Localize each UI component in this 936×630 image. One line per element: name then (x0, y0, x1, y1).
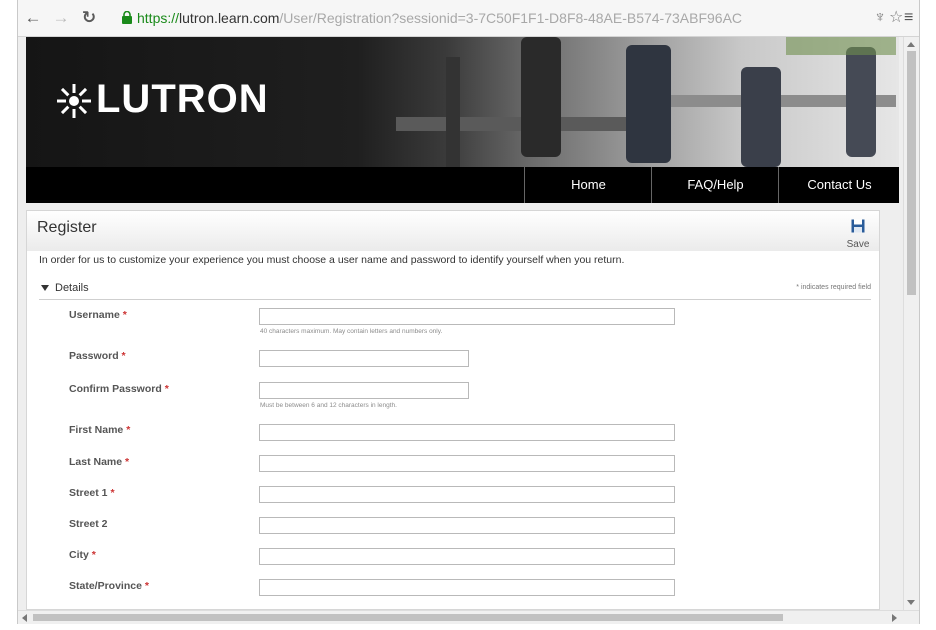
username-label: Username * (69, 309, 127, 321)
header-banner: LUTRON (26, 37, 899, 167)
vertical-scrollbar[interactable] (903, 37, 919, 610)
site-nav: Home FAQ/Help Contact Us (26, 167, 899, 203)
nav-home[interactable]: Home (524, 167, 652, 203)
horizontal-scrollbar[interactable] (18, 610, 919, 624)
city-input[interactable] (259, 548, 675, 565)
save-button[interactable]: Save (843, 219, 873, 250)
field-label-text: Street 2 (69, 518, 108, 530)
url-scheme: https:// (137, 10, 180, 26)
field-label-text: First Name (69, 424, 124, 436)
scroll-right-arrow-icon[interactable] (892, 614, 897, 622)
url-host: lutron.learn.com (179, 10, 280, 26)
horizontal-scroll-thumb[interactable] (33, 614, 783, 621)
page-viewport: LUTRON Home FAQ/Help Contact Us Register… (18, 37, 903, 610)
scroll-up-arrow-icon[interactable] (907, 42, 915, 47)
field-label-text: Street 1 (69, 487, 108, 499)
required-asterisk: * (91, 549, 96, 561)
state-province-label: State/Province * (69, 580, 149, 592)
url-path: /User/Registration?sessionid=3-7C50F1F1-… (279, 10, 743, 26)
field-label-text: State/Province (69, 580, 142, 592)
scroll-down-arrow-icon[interactable] (907, 600, 915, 605)
field-label-text: Last Name (69, 456, 123, 468)
bookmark-star-icon[interactable]: ☆ (889, 8, 903, 28)
required-asterisk: * (144, 580, 149, 592)
field-label-text: City (69, 549, 89, 561)
browser-window: ← → ↻ https://lutron.learn.com/User/Regi… (17, 0, 920, 624)
details-section-header[interactable]: Details * indicates required field (39, 281, 871, 300)
username-hint: 40 characters maximum. May contain lette… (260, 328, 443, 335)
vertical-scroll-thumb[interactable] (907, 51, 916, 295)
required-asterisk: * (126, 424, 131, 436)
collapse-caret-icon (41, 285, 49, 291)
extension-icon[interactable]: ♆ (874, 8, 886, 28)
browser-toolbar: ← → ↻ https://lutron.learn.com/User/Regi… (18, 0, 919, 37)
field-label-text: Password (69, 350, 119, 362)
last-name-label: Last Name * (69, 456, 129, 468)
first-name-input[interactable] (259, 424, 675, 441)
required-asterisk: * (164, 383, 169, 395)
panel-header: Register Save (27, 211, 879, 251)
first-name-label: First Name * (69, 424, 130, 436)
street2-label: Street 2 (69, 518, 108, 530)
state-province-input[interactable] (259, 579, 675, 596)
page-title: Register (37, 219, 97, 236)
scroll-left-arrow-icon[interactable] (22, 614, 27, 622)
nav-contact-us[interactable]: Contact Us (778, 167, 900, 203)
required-asterisk: * (110, 487, 115, 499)
required-asterisk: * (122, 309, 127, 321)
forward-arrow-icon[interactable]: → (52, 8, 70, 28)
street1-input[interactable] (259, 486, 675, 503)
street1-label: Street 1 * (69, 487, 115, 499)
section-title: Details (55, 282, 89, 294)
password-input[interactable] (259, 350, 469, 367)
password-label: Password * (69, 350, 126, 362)
reload-icon[interactable]: ↻ (80, 8, 98, 28)
confirm-password-label: Confirm Password * (69, 383, 169, 395)
last-name-input[interactable] (259, 455, 675, 472)
city-label: City * (69, 549, 96, 561)
save-label: Save (846, 239, 870, 250)
lutron-logo-mark-icon (57, 84, 91, 118)
logo-text: LUTRON (96, 77, 269, 121)
field-label-text: Username (69, 309, 120, 321)
street2-input[interactable] (259, 517, 675, 534)
back-arrow-icon[interactable]: ← (24, 8, 42, 28)
intro-text: In order for us to customize your experi… (39, 254, 625, 266)
registration-panel: Register Save In order for us to customi… (26, 210, 880, 610)
confirm-password-input[interactable] (259, 382, 469, 399)
required-field-note: * indicates required field (796, 284, 871, 291)
address-bar[interactable]: https://lutron.learn.com/User/Registrati… (121, 5, 876, 31)
hamburger-menu-icon[interactable]: ≡ (904, 8, 913, 28)
username-input[interactable] (259, 308, 675, 325)
required-asterisk: * (121, 350, 126, 362)
lock-icon (122, 11, 132, 24)
required-asterisk: * (125, 456, 130, 468)
nav-faq-help[interactable]: FAQ/Help (651, 167, 779, 203)
password-length-hint: Must be between 6 and 12 characters in l… (260, 402, 397, 409)
field-label-text: Confirm Password (69, 383, 162, 395)
floppy-disk-icon (851, 219, 865, 233)
